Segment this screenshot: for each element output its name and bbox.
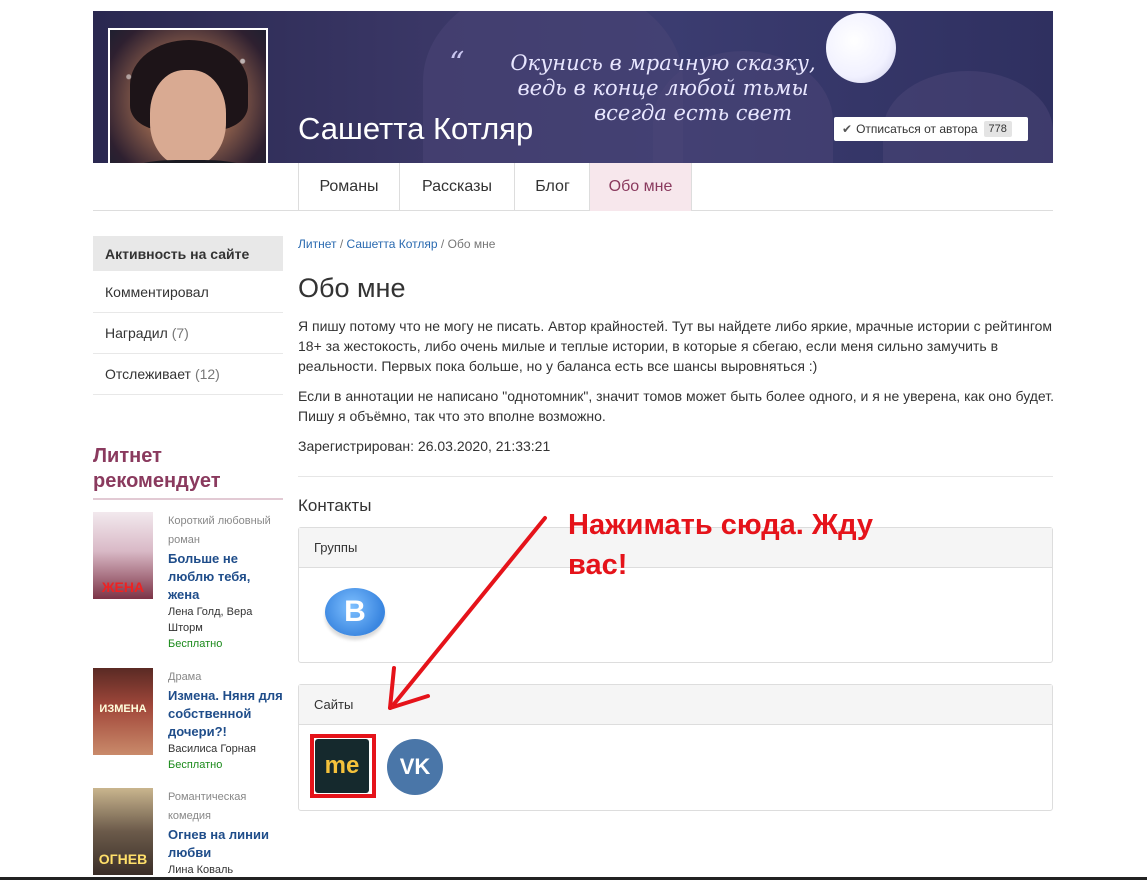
sidebar-item-count: (7) bbox=[171, 325, 189, 341]
book-author[interactable]: Лена Голд, Вера Шторм bbox=[168, 604, 283, 636]
divider bbox=[298, 476, 1053, 477]
sites-panel-body: me VK bbox=[299, 725, 1052, 810]
cover-text: ОГНЕВ bbox=[98, 851, 148, 867]
book-genre: Короткий любовный роман bbox=[168, 515, 271, 546]
activity-heading: Активность на сайте bbox=[93, 236, 283, 271]
recommended-book: ОГНЕВ Романтическая комедия Огнев на лин… bbox=[93, 788, 283, 878]
subscribers-count: 778 bbox=[983, 121, 1012, 137]
book-title-link[interactable]: Огнев на линии любви bbox=[168, 826, 283, 862]
recommend-heading-line: рекомендует bbox=[93, 470, 221, 492]
contacts-heading: Контакты bbox=[298, 496, 372, 515]
cover-text: ЖЕНА bbox=[101, 579, 145, 595]
book-cover[interactable]: ИЗМЕНА bbox=[93, 668, 153, 755]
sidebar-item-label: Наградил bbox=[105, 325, 168, 341]
breadcrumb-home-link[interactable]: Литнет bbox=[298, 237, 336, 251]
about-paragraph: Я пишу потому что не могу не писать. Авт… bbox=[298, 318, 1053, 374]
profile-tabs: Романы Рассказы Блог Обо мне bbox=[93, 163, 1053, 211]
sidebar-item-following[interactable]: Отслеживает (12) bbox=[93, 354, 283, 395]
book-author[interactable]: Лина Коваль bbox=[168, 862, 283, 878]
quote-line: Окунись в мрачную сказку, bbox=[510, 51, 816, 75]
breadcrumb-separator: / bbox=[339, 237, 344, 251]
breadcrumb-current: Обо мне bbox=[447, 237, 496, 251]
book-cover[interactable]: ЖЕНА bbox=[93, 512, 153, 599]
recommended-book: ЖЕНА Короткий любовный роман Больше не л… bbox=[93, 512, 283, 652]
book-info: Драма Измена. Няня для собственной дочер… bbox=[168, 668, 283, 773]
book-price: Бесплатно bbox=[168, 759, 223, 771]
annotation-line: Нажимать сюда. Жду bbox=[568, 509, 874, 541]
book-cover[interactable]: ОГНЕВ bbox=[93, 788, 153, 875]
about-paragraph: Если в аннотации не написано "однотомник… bbox=[298, 388, 1054, 424]
book-author[interactable]: Василиса Горная bbox=[168, 741, 283, 757]
recommend-heading-line: Литнет bbox=[93, 445, 162, 467]
book-info: Романтическая комедия Огнев на линии люб… bbox=[168, 788, 283, 878]
quote-icon: “ bbox=[449, 46, 465, 81]
tab-blog[interactable]: Блог bbox=[514, 163, 590, 211]
book-genre: Драма bbox=[168, 671, 202, 683]
book-title-link[interactable]: Измена. Няня для собственной дочери?! bbox=[168, 687, 283, 741]
sidebar-item-commented[interactable]: Комментировал bbox=[93, 272, 283, 313]
book-price: Бесплатно bbox=[168, 638, 223, 650]
vk-group-icon[interactable]: B bbox=[325, 588, 385, 636]
breadcrumb-separator: / bbox=[440, 237, 445, 251]
check-icon: ✔ bbox=[842, 122, 853, 136]
registration-date: Зарегистрирован: 26.03.2020, 21:33:21 bbox=[298, 438, 551, 454]
annotation-line: вас! bbox=[568, 549, 628, 581]
book-info: Короткий любовный роман Больше не люблю … bbox=[168, 512, 283, 652]
me-site-icon[interactable]: me bbox=[315, 739, 369, 793]
unsubscribe-button[interactable]: ✔ Отписаться от автора 778 bbox=[834, 117, 1028, 141]
sidebar-item-awarded[interactable]: Наградил (7) bbox=[93, 313, 283, 354]
sidebar-item-label: Комментировал bbox=[105, 284, 209, 300]
vk-site-icon[interactable]: VK bbox=[387, 739, 443, 795]
breadcrumb-author-link[interactable]: Сашетта Котляр bbox=[347, 237, 438, 251]
sidebar-item-count: (12) bbox=[194, 366, 220, 382]
annotation-arrow-icon bbox=[388, 516, 547, 710]
annotation-text: Нажимать сюда. Жду вас! bbox=[568, 505, 948, 585]
tab-novels[interactable]: Романы bbox=[298, 163, 399, 211]
sidebar-item-label: Отслеживает bbox=[105, 366, 191, 382]
book-title-link[interactable]: Больше не люблю тебя, жена bbox=[168, 550, 283, 604]
recommended-book: ИЗМЕНА Драма Измена. Няня для собственно… bbox=[93, 668, 283, 778]
page-title: Обо мне bbox=[298, 273, 406, 303]
book-genre: Романтическая комедия bbox=[168, 791, 247, 822]
tab-about[interactable]: Обо мне bbox=[589, 163, 692, 211]
breadcrumb: Литнет / Сашетта Котляр / Обо мне bbox=[298, 237, 495, 251]
quote-line: ведь в конце любой тьмы bbox=[517, 76, 809, 100]
tab-stories[interactable]: Рассказы bbox=[399, 163, 514, 211]
unsubscribe-label: Отписаться от автора bbox=[856, 122, 978, 136]
recommend-heading: Литнет рекомендует bbox=[93, 444, 283, 500]
author-name: Сашетта Котляр bbox=[298, 111, 534, 146]
cover-text: ИЗМЕНА bbox=[99, 703, 147, 715]
